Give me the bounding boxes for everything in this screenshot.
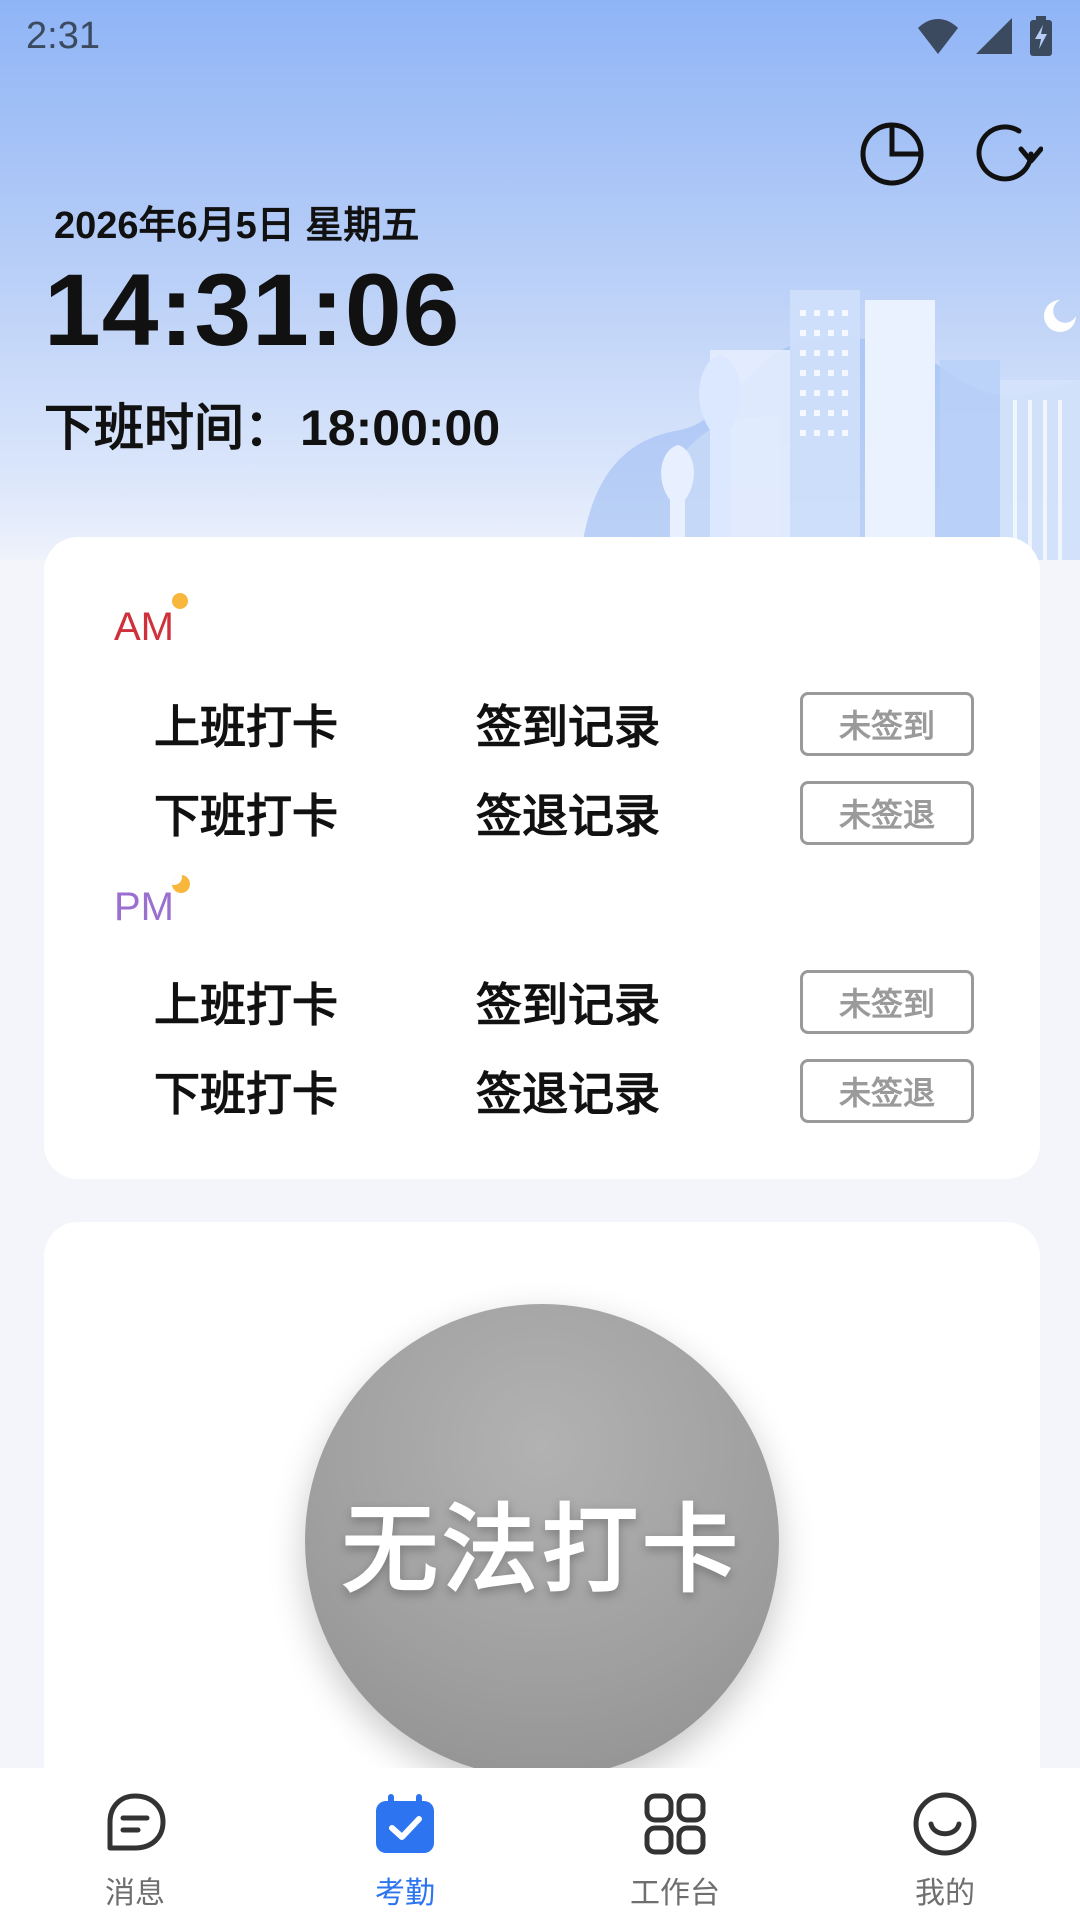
header-actions xyxy=(856,118,1044,190)
refresh-icon xyxy=(976,124,1043,182)
refresh-button[interactable] xyxy=(972,118,1044,190)
record-status-badge: 未签退 xyxy=(800,1059,974,1123)
pm-label: PM xyxy=(114,885,174,929)
cellular-signal-icon xyxy=(976,18,1012,54)
tab-attendance[interactable]: 考勤 xyxy=(270,1768,540,1920)
pie-chart-icon xyxy=(860,122,924,186)
offwork-value: 18:00:00 xyxy=(300,400,501,456)
record-action: 下班打卡 xyxy=(154,789,338,843)
record-type[interactable]: 签退记录 xyxy=(476,1058,660,1124)
record-type[interactable]: 签到记录 xyxy=(476,691,660,757)
record-row-pm-checkin: 上班打卡 签到记录 未签到 xyxy=(44,970,1040,1034)
tab-workbench[interactable]: 工作台 xyxy=(540,1768,810,1920)
tab-profile[interactable]: 我的 xyxy=(810,1768,1080,1920)
record-action: 上班打卡 xyxy=(154,700,338,754)
offwork-label: 下班时间： xyxy=(44,400,294,456)
record-type[interactable]: 签到记录 xyxy=(476,969,660,1035)
moon-icon xyxy=(172,875,190,893)
attendance-calendar-icon xyxy=(369,1788,441,1860)
bottom-tab-bar: 消息 考勤 工作台 我的 xyxy=(0,1768,1080,1920)
message-icon xyxy=(99,1788,171,1860)
current-date: 2026年6月5日 星期五 xyxy=(54,205,420,247)
statistics-button[interactable] xyxy=(856,118,928,190)
offwork-time: 下班时间： 18:00:00 xyxy=(44,388,500,460)
record-action: 上班打卡 xyxy=(154,978,338,1032)
punch-button[interactable]: 无法打卡 xyxy=(305,1304,779,1778)
status-icons xyxy=(916,15,1054,57)
record-row-am-checkout: 下班打卡 签退记录 未签退 xyxy=(44,781,1040,845)
smile-profile-icon xyxy=(909,1788,981,1860)
record-action: 下班打卡 xyxy=(154,1067,338,1121)
city-illustration xyxy=(580,290,1080,560)
record-row-am-checkin: 上班打卡 签到记录 未签到 xyxy=(44,692,1040,756)
current-time-clock: 14:31:06 xyxy=(44,253,461,367)
status-bar: 2:31 xyxy=(0,0,1080,72)
status-time: 2:31 xyxy=(26,14,100,57)
record-status-badge: 未签到 xyxy=(800,970,974,1034)
sun-icon xyxy=(172,593,188,609)
am-label: AM xyxy=(114,605,174,649)
battery-charging-icon xyxy=(1030,16,1052,56)
tab-label: 消息 xyxy=(105,1876,165,1911)
tab-label: 考勤 xyxy=(375,1876,435,1911)
tab-messages[interactable]: 消息 xyxy=(0,1768,270,1920)
record-status-badge: 未签退 xyxy=(800,781,974,845)
wifi-icon xyxy=(918,19,958,54)
record-type[interactable]: 签退记录 xyxy=(476,780,660,846)
record-status-badge: 未签到 xyxy=(800,692,974,756)
pm-logo: PM xyxy=(114,875,190,930)
attendance-records-card: AM 上班打卡 签到记录 未签到 下班打卡 签退记录 未签退 PM 上班打卡 签… xyxy=(44,537,1040,1179)
tab-label: 工作台 xyxy=(630,1876,720,1911)
am-logo: AM xyxy=(114,593,188,650)
tab-label: 我的 xyxy=(915,1876,975,1911)
workbench-grid-icon xyxy=(639,1788,711,1860)
record-row-pm-checkout: 下班打卡 签退记录 未签退 xyxy=(44,1059,1040,1123)
punch-button-label: 无法打卡 xyxy=(342,1493,742,1606)
